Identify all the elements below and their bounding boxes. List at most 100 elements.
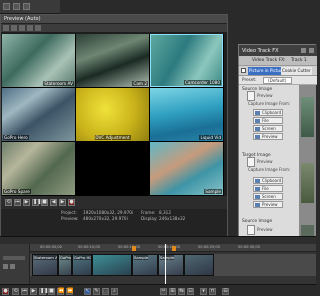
record-icon[interactable]: ● xyxy=(68,199,75,206)
region-icon[interactable]: ⊓ xyxy=(209,288,216,295)
overlays-icon[interactable] xyxy=(19,25,25,31)
preview-button[interactable]: Preview xyxy=(253,201,283,208)
image-thumbnail xyxy=(247,157,255,167)
timeline-toolbar xyxy=(0,237,316,244)
normal-edit-tool-icon[interactable]: ↖ xyxy=(84,288,91,295)
ruler-tick-label: 00:00:30;00 xyxy=(238,245,260,249)
zoom-tool-icon[interactable]: ⌕ xyxy=(111,288,118,295)
marker-icon[interactable]: ▾ xyxy=(200,288,207,295)
capture-label: Capture Image From: xyxy=(248,167,291,172)
stop-icon[interactable]: ■ xyxy=(48,288,55,295)
clipboard-button[interactable]: Clipboard xyxy=(253,109,283,116)
camera-tile[interactable]: GoPro Hero xyxy=(2,88,75,141)
timeline-clip[interactable] xyxy=(92,254,132,276)
preview-res-label: Preview: xyxy=(61,216,79,221)
frame-label: Frame: xyxy=(141,210,156,215)
file-button[interactable]: File xyxy=(253,185,283,192)
video-track[interactable]: Stateroom AVGoPro 1GoPro HD Sample Sample xyxy=(30,254,316,276)
play-from-start-icon[interactable]: ⏮ xyxy=(14,199,21,206)
fx-parameters: Source Image Preview Capture Image From:… xyxy=(239,85,299,243)
camera-tile[interactable]: Camcorder 1080 xyxy=(150,34,223,87)
frame-value: 8,312 xyxy=(159,210,171,215)
pause-icon[interactable]: ❚❚ xyxy=(32,199,41,206)
track-level-slider[interactable] xyxy=(3,256,25,260)
preview-res-value: 480x270x32, 29.970i xyxy=(83,216,128,221)
save-snapshot-icon[interactable] xyxy=(35,25,41,31)
envelope-tool-icon[interactable]: ✎ xyxy=(93,288,100,295)
auto-ripple-icon[interactable]: ↹ xyxy=(178,288,185,295)
toolbar-icon[interactable] xyxy=(13,3,20,10)
playhead-cursor[interactable] xyxy=(165,244,166,284)
toolbar-icon[interactable] xyxy=(3,3,10,10)
screen-button[interactable]: Screen xyxy=(253,193,283,200)
lock-envelopes-icon[interactable]: ⊡ xyxy=(187,288,194,295)
next-frame-icon[interactable]: ▶ xyxy=(59,199,66,206)
clipboard-button[interactable]: Clipboard xyxy=(253,177,283,184)
camera-tile[interactable]: Sample xyxy=(150,142,223,195)
timeline-clip[interactable]: Sample xyxy=(158,254,184,276)
split-icon[interactable]: ✂ xyxy=(160,288,167,295)
timeline-clip[interactable]: GoPro HD xyxy=(72,254,92,276)
video-track-fx-window: Video Track FX Video Track FX: Track 1 P… xyxy=(238,44,317,243)
fx-side-preview xyxy=(299,85,316,243)
track-header[interactable] xyxy=(0,244,30,284)
toolbar-icon[interactable] xyxy=(23,3,30,10)
solo-icon[interactable] xyxy=(10,264,15,269)
marker-flag[interactable] xyxy=(172,246,176,251)
section-header[interactable]: Source Image xyxy=(242,219,272,224)
camera-tile[interactable]: GoPro Spare xyxy=(2,142,75,195)
play-icon[interactable]: ▶ xyxy=(30,288,37,295)
display-value: 246x138x32 xyxy=(159,216,186,221)
tab-cookie-cutter[interactable]: Cookie Cutter xyxy=(281,67,312,75)
camera-tile[interactable]: DVC Adjustment xyxy=(76,88,149,141)
timeline-clip[interactable] xyxy=(184,254,214,276)
thumb-caption: Preview xyxy=(257,159,273,164)
go-to-end-icon[interactable]: ⏩ xyxy=(66,288,73,295)
minimize-icon[interactable] xyxy=(301,48,306,53)
camera-tile[interactable] xyxy=(76,142,149,195)
multicam-grid[interactable]: Stateroom AV Cam 2 Camcorder 1080 GoPro … xyxy=(2,34,224,196)
video-preview-window: Preview (Auto) Stateroom AV Cam 2 Camcor… xyxy=(0,14,228,236)
fx-enable-checkbox[interactable] xyxy=(241,68,246,73)
copy-snapshot-icon[interactable] xyxy=(27,25,33,31)
camera-tile[interactable]: Stateroom AV xyxy=(2,34,75,87)
preview-settings-icon[interactable] xyxy=(3,25,9,31)
screen-button[interactable]: Screen xyxy=(253,125,283,132)
camera-tile[interactable]: Liquid Vid xyxy=(150,88,223,141)
multicam-icon[interactable]: ⊟ xyxy=(222,288,229,295)
go-to-start-icon[interactable]: ⏪ xyxy=(57,288,64,295)
camera-label: Stateroom AV xyxy=(43,81,74,86)
play-from-start-icon[interactable]: ⏮ xyxy=(21,288,28,295)
stop-icon[interactable]: ■ xyxy=(41,199,48,206)
play-icon[interactable]: ▶ xyxy=(23,199,30,206)
loop-icon[interactable]: ⟲ xyxy=(12,288,19,295)
ruler-tick-label: 00:00:10;00 xyxy=(78,245,100,249)
file-button[interactable]: File xyxy=(253,117,283,124)
record-icon[interactable]: ● xyxy=(2,288,9,295)
preview-quality-icon[interactable] xyxy=(11,25,17,31)
fx-tabs-row: Picture in Picture Cookie Cutter xyxy=(239,66,317,76)
timeline-clip[interactable]: Sample xyxy=(132,254,158,276)
preset-select[interactable]: (Default) xyxy=(263,77,292,84)
snap-icon[interactable]: ⊞ xyxy=(169,288,176,295)
mute-icon[interactable] xyxy=(3,264,8,269)
selection-tool-icon[interactable]: ⬚ xyxy=(102,288,109,295)
clip-label: GoPro 1 xyxy=(60,255,71,260)
tab-picture-in-picture[interactable]: Picture in Picture xyxy=(248,67,286,75)
close-icon[interactable] xyxy=(309,48,314,53)
pause-icon[interactable]: ❚❚ xyxy=(39,288,48,295)
preview-title-bar: Preview (Auto) xyxy=(1,15,227,24)
image-thumbnail xyxy=(247,91,255,101)
preview-button[interactable]: Preview xyxy=(253,133,283,140)
timeline-clip[interactable]: Stateroom AV xyxy=(32,254,58,276)
clip-label: Sample xyxy=(134,255,149,260)
timeline-clip[interactable]: GoPro 1 xyxy=(58,254,72,276)
ruler-tick-label: 00:00:20;00 xyxy=(158,245,180,249)
timeline: 00:00:05;00 00:00:10;00 00:00:15;00 00:00:2… xyxy=(0,236,316,296)
previous-frame-icon[interactable]: ◀ xyxy=(50,199,57,206)
camera-tile[interactable]: Cam 2 xyxy=(76,34,149,87)
marker-flag[interactable] xyxy=(132,246,136,251)
preset-row: Preset: (Default) xyxy=(239,76,317,85)
thumb-caption: Preview xyxy=(257,93,273,98)
loop-icon[interactable]: ⟲ xyxy=(5,199,12,206)
